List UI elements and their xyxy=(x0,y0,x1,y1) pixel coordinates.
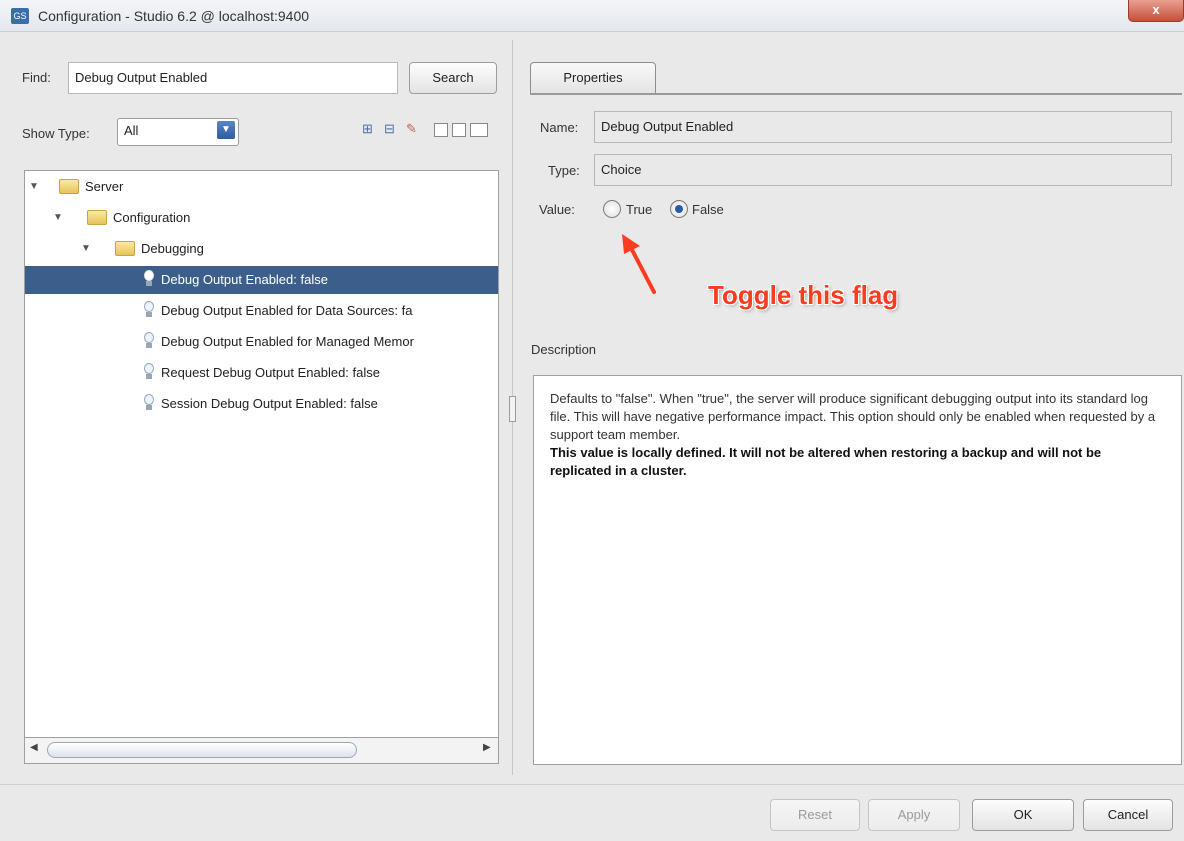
tree-folder-row[interactable]: ▼ Debugging xyxy=(25,235,498,263)
tree-item-label: Debug Output Enabled: false xyxy=(161,272,328,287)
radio-true-label[interactable]: True xyxy=(626,202,652,217)
tree-setting-row[interactable]: Debug Output Enabled: false xyxy=(25,266,498,294)
show-type-label: Show Type: xyxy=(22,126,90,141)
checkbox-icon[interactable] xyxy=(452,123,466,137)
description-box: Defaults to "false". When "true", the se… xyxy=(533,375,1182,765)
scroll-thumb[interactable] xyxy=(47,742,357,758)
radio-false[interactable] xyxy=(670,200,688,218)
folder-icon xyxy=(87,210,107,225)
description-text: Defaults to "false". When "true", the se… xyxy=(550,391,1156,442)
expand-toggle-icon[interactable]: ▼ xyxy=(53,204,63,232)
tree-setting-row[interactable]: Debug Output Enabled for Managed Memor xyxy=(25,328,498,356)
expand-toggle-icon[interactable]: ▼ xyxy=(81,235,91,263)
collapse-all-icon[interactable]: ⊟ xyxy=(384,121,395,137)
config-tree[interactable]: ▼ Server ▼ Configuration ▼ Debugging Debug Out… xyxy=(24,170,499,738)
checkbox-icon[interactable] xyxy=(434,123,448,137)
cancel-button[interactable]: Cancel xyxy=(1083,799,1173,831)
description-bold-text: This value is locally defined. It will n… xyxy=(550,445,1102,478)
tree-item-label: Configuration xyxy=(113,210,191,225)
reset-button[interactable]: Reset xyxy=(770,799,860,831)
value-label: Value: xyxy=(539,202,575,217)
ok-button[interactable]: OK xyxy=(972,799,1074,831)
checkbox-icon[interactable] xyxy=(470,123,488,137)
splitter-grip[interactable] xyxy=(509,396,516,422)
description-label: Description xyxy=(531,342,597,357)
eraser-icon[interactable]: ✎ xyxy=(406,121,417,137)
tree-item-label: Session Debug Output Enabled: false xyxy=(161,396,378,411)
app-icon: GS xyxy=(11,8,29,24)
window-title: Configuration - Studio 6.2 @ localhost:9… xyxy=(38,8,310,24)
tree-setting-row[interactable]: Session Debug Output Enabled: false xyxy=(25,390,498,418)
close-button[interactable]: x xyxy=(1128,0,1184,22)
find-label: Find: xyxy=(22,70,51,85)
horizontal-scrollbar[interactable]: ◀ ▶ xyxy=(24,738,499,764)
type-label: Type: xyxy=(548,163,580,178)
chevron-down-icon: ▼ xyxy=(217,121,235,139)
tree-folder-row[interactable]: ▼ Configuration xyxy=(25,204,498,232)
tree-folder-row[interactable]: ▼ Server xyxy=(25,173,498,201)
lightbulb-icon xyxy=(143,270,155,288)
expand-toggle-icon[interactable]: ▼ xyxy=(29,173,39,201)
tab-underline xyxy=(530,93,1182,95)
tree-item-label: Debugging xyxy=(141,241,204,256)
tree-setting-row[interactable]: Request Debug Output Enabled: false xyxy=(25,359,498,387)
search-button[interactable]: Search xyxy=(409,62,497,94)
find-input[interactable]: Debug Output Enabled xyxy=(68,62,398,94)
scroll-left-icon[interactable]: ◀ xyxy=(30,742,38,753)
lightbulb-icon xyxy=(143,301,155,319)
lightbulb-icon xyxy=(143,394,155,412)
annotation-arrow-icon xyxy=(622,234,656,294)
name-field: Debug Output Enabled xyxy=(594,111,1172,143)
annotation-text: Toggle this flag xyxy=(708,280,899,310)
tree-item-label: Debug Output Enabled for Data Sources: f… xyxy=(161,303,413,318)
radio-true[interactable] xyxy=(603,200,621,218)
name-label: Name: xyxy=(540,120,579,135)
lightbulb-icon xyxy=(143,363,155,381)
tab-properties[interactable]: Properties xyxy=(530,62,656,94)
expand-all-icon[interactable]: ⊞ xyxy=(362,121,373,137)
folder-icon xyxy=(115,241,135,256)
tree-setting-row[interactable]: Debug Output Enabled for Data Sources: f… xyxy=(25,297,498,325)
type-field: Choice xyxy=(594,154,1172,186)
radio-false-label[interactable]: False xyxy=(692,202,724,217)
tree-item-label: Debug Output Enabled for Managed Memor xyxy=(161,334,414,349)
show-type-select[interactable]: All ▼ xyxy=(117,118,239,146)
lightbulb-icon xyxy=(143,332,155,350)
title-bar: GS Configuration - Studio 6.2 @ localhos… xyxy=(0,0,1184,32)
show-type-value: All xyxy=(124,123,139,138)
tree-item-label: Server xyxy=(85,179,124,194)
footer-divider xyxy=(0,784,1184,785)
folder-icon xyxy=(59,179,79,194)
scroll-right-icon[interactable]: ▶ xyxy=(483,742,491,753)
apply-button[interactable]: Apply xyxy=(868,799,960,831)
tree-item-label: Request Debug Output Enabled: false xyxy=(161,365,380,380)
